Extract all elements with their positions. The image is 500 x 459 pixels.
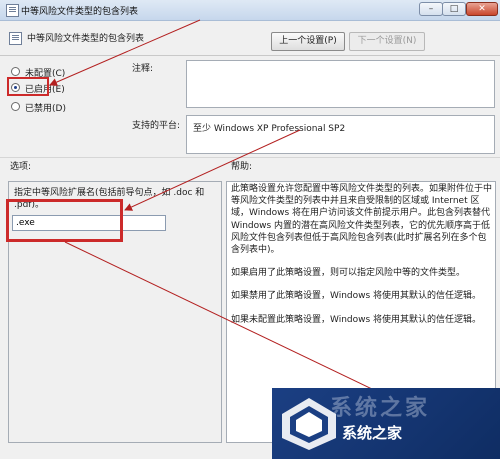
annotation-arrow (64, 241, 396, 401)
annotation-arrow (124, 129, 301, 211)
watermark: 系统之家 系统之家 (272, 388, 500, 459)
watermark-text: 系统之家 (342, 424, 403, 442)
watermark-faded-text: 系统之家 (330, 396, 431, 421)
annotation-arrow (49, 19, 201, 86)
